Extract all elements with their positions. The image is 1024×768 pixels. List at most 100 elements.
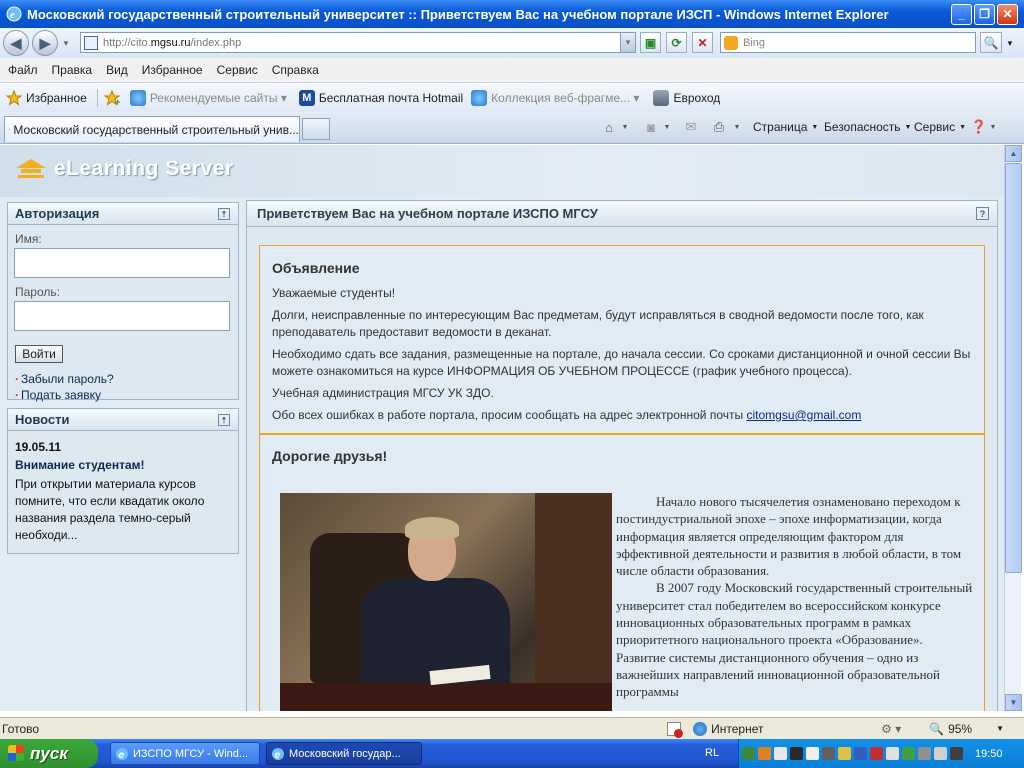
add-favorite-icon[interactable]: +	[103, 90, 122, 106]
language-indicator[interactable]: RL	[705, 747, 719, 759]
tools-menu[interactable]: Сервис ▼	[914, 120, 966, 134]
address-row: ◀ ▶ ▼ http://cito. mgsu.ru/index.php ▼ ▣ …	[0, 28, 1024, 58]
menu-favorites[interactable]: Избранное	[142, 63, 203, 77]
search-button[interactable]: 🔍	[980, 32, 1002, 53]
scroll-up-icon[interactable]: ▲	[1005, 145, 1022, 162]
scroll-down-icon[interactable]: ▼	[1005, 694, 1022, 711]
tray-icon-11[interactable]	[918, 747, 931, 760]
house-logo-icon	[16, 159, 46, 178]
print-dropdown-icon[interactable]: ▼	[732, 119, 742, 135]
url-path: /index.php	[190, 36, 242, 49]
help-icon[interactable]: ❓	[970, 119, 988, 135]
chevron-down-icon: ▼	[904, 123, 912, 131]
tray-icon-8[interactable]	[854, 747, 867, 760]
site-logo[interactable]: eLearning Server	[14, 157, 234, 181]
tray-icon-7[interactable]	[838, 747, 851, 760]
tray-icon-12[interactable]	[934, 747, 947, 760]
svg-text:e: e	[275, 750, 281, 761]
tray-icon-10[interactable]	[902, 747, 915, 760]
page-menu[interactable]: Страница ▼	[753, 120, 818, 134]
popup-blocked-icon[interactable]	[667, 721, 684, 738]
announcement-signature: Учебная администрация МГСУ УК ЗДО.	[272, 386, 494, 400]
menu-edit[interactable]: Правка	[52, 63, 93, 77]
apply-link[interactable]: Подать заявку	[15, 388, 238, 402]
menu-tools[interactable]: Сервис	[217, 63, 258, 77]
tray-icon-5[interactable]	[806, 747, 819, 760]
tray-icon-3[interactable]	[774, 747, 787, 760]
announcement-tasks: Необходимо сдать все задания, размещенны…	[272, 347, 971, 378]
title-bar[interactable]: e Московский государственный строительны…	[0, 0, 1024, 28]
vertical-scrollbar[interactable]: ▲ ▼	[1004, 145, 1022, 711]
new-tab-button[interactable]	[302, 118, 330, 140]
mail-icon[interactable]: ✉	[682, 119, 700, 135]
history-dropdown-icon[interactable]: ▼	[62, 39, 70, 48]
fav-eurohod[interactable]: Евроход	[653, 90, 720, 106]
login-button[interactable]: Войти	[15, 345, 63, 363]
news-panel-title: Новости	[15, 412, 70, 427]
tab-bar: e Московский государственный строительны…	[0, 112, 1024, 144]
help-dropdown-icon[interactable]: ▼	[988, 119, 998, 135]
minimize-button[interactable]: _	[951, 3, 972, 25]
help-icon[interactable]: ?	[976, 207, 989, 220]
print-icon[interactable]: ⎙	[710, 119, 728, 135]
collapse-icon[interactable]: ⇡	[218, 208, 230, 220]
errors-text: Обо всех ошибках в работе портала, проси…	[272, 408, 747, 422]
tray-icon-9[interactable]	[886, 747, 899, 760]
news-panel-header: Новости ⇡	[8, 409, 238, 431]
maximize-button[interactable]: ❐	[974, 3, 995, 25]
forward-button[interactable]: ▶	[32, 30, 58, 56]
taskbar-item-1[interactable]: e ИЗСПО МГСУ - Wind...	[110, 742, 260, 765]
security-menu[interactable]: Безопасность ▼	[824, 120, 911, 134]
logo-text: eLearning Server	[54, 157, 234, 180]
favorites-button[interactable]: Избранное	[6, 90, 87, 106]
clock[interactable]: 19:50	[975, 748, 1003, 760]
fav-suggested-sites[interactable]: Рекомендуемые сайты ▾	[129, 90, 287, 106]
close-button[interactable]: ✕	[997, 3, 1018, 25]
tools-menu-label: Сервис	[914, 120, 956, 134]
system-tray: 19:50	[738, 739, 1024, 768]
email-link[interactable]: citomgsu@gmail.com	[746, 408, 861, 422]
tray-icon-2[interactable]	[758, 747, 771, 760]
tray-icon-4[interactable]	[790, 747, 803, 760]
site-icon	[653, 90, 670, 106]
refresh-button[interactable]: ⟳	[666, 32, 687, 53]
news-headline[interactable]: Внимание студентам!	[15, 458, 238, 472]
tray-icon-13[interactable]	[950, 747, 963, 760]
search-options-icon[interactable]: ▼	[1006, 39, 1014, 48]
tab-current[interactable]: e Московский государственный строительны…	[4, 116, 300, 142]
tray-icon-6[interactable]	[822, 747, 835, 760]
menu-file[interactable]: Файл	[8, 63, 38, 77]
back-button[interactable]: ◀	[3, 30, 29, 56]
zoom-level[interactable]: 95%	[948, 722, 996, 736]
address-dropdown-icon[interactable]: ▼	[620, 33, 635, 52]
address-bar[interactable]: http://cito. mgsu.ru/index.php ▼	[80, 32, 636, 53]
fav-web-slices[interactable]: Коллекция веб-фрагме... ▾	[471, 90, 639, 106]
collapse-icon[interactable]: ⇡	[218, 414, 230, 426]
feeds-icon[interactable]: ◙	[642, 119, 660, 135]
scroll-thumb[interactable]	[1005, 163, 1022, 573]
stop-button[interactable]: ✕	[692, 32, 713, 53]
favorites-bar: Избранное + Рекомендуемые сайты ▾ M Беспл…	[0, 84, 1024, 112]
home-icon[interactable]: ⌂	[600, 119, 618, 135]
news-panel: Новости ⇡ 19.05.11 Внимание студентам! П…	[7, 408, 239, 554]
photo-cabinet	[535, 493, 612, 683]
start-button[interactable]: пуск	[0, 739, 98, 768]
menu-help[interactable]: Справка	[272, 63, 319, 77]
tray-icon-1[interactable]	[742, 747, 755, 760]
fav-hotmail[interactable]: M Бесплатная почта Hotmail	[298, 90, 463, 106]
favorites-label: Избранное	[26, 91, 87, 105]
home-dropdown-icon[interactable]: ▼	[620, 119, 630, 135]
announcement-debts: Долги, неисправленные по интересующим Ва…	[272, 308, 924, 339]
protected-mode-icon[interactable]: ⚙ ▾	[881, 722, 921, 736]
feeds-dropdown-icon[interactable]: ▼	[662, 119, 672, 135]
search-box[interactable]: Bing	[720, 32, 976, 53]
password-input[interactable]	[14, 301, 230, 331]
menu-view[interactable]: Вид	[106, 63, 128, 77]
compat-view-button[interactable]: ▣	[640, 32, 661, 53]
volume-icon[interactable]	[870, 747, 883, 760]
forgot-password-link[interactable]: Забыли пароль?	[15, 372, 238, 386]
taskbar-item-2[interactable]: e Московский государ...	[266, 742, 422, 765]
ie-icon	[471, 90, 488, 106]
name-input[interactable]	[14, 248, 230, 278]
zoom-dropdown-icon[interactable]: ▼	[996, 724, 1004, 733]
